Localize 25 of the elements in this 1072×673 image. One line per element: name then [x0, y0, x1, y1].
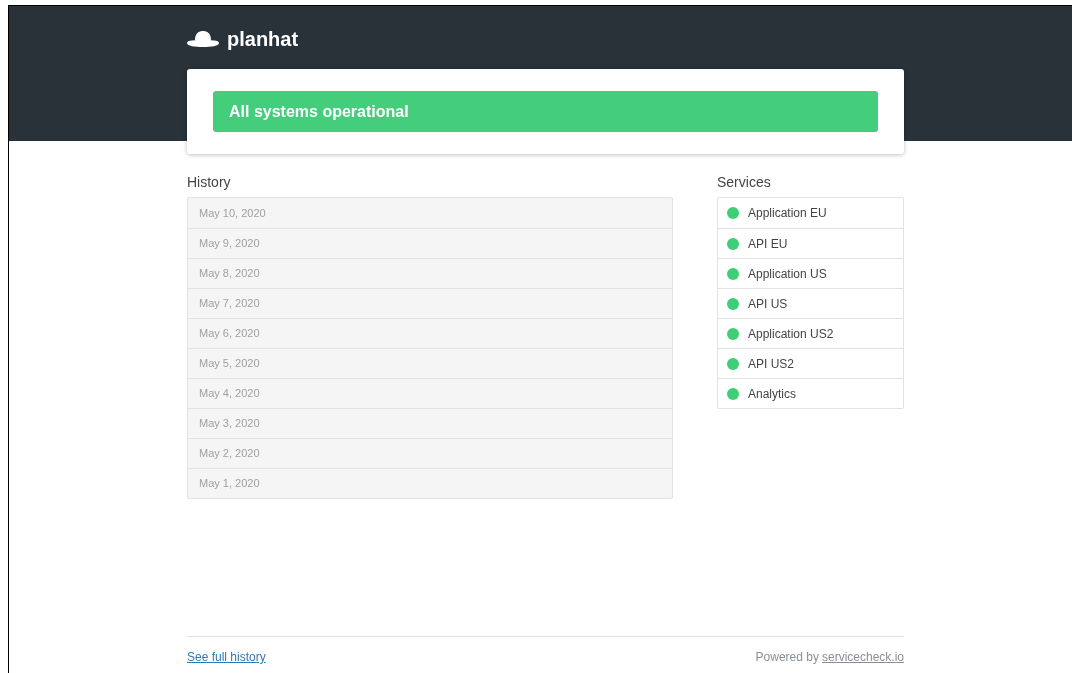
history-date: May 7, 2020: [188, 288, 672, 318]
see-full-history-link[interactable]: See full history: [187, 648, 266, 666]
service-name: Application US2: [748, 325, 834, 343]
service-name: API US: [748, 295, 788, 313]
history-date: May 2, 2020: [188, 438, 672, 468]
history-title: History: [187, 173, 232, 192]
history-date: May 1, 2020: [188, 468, 672, 498]
brand-name: planhat: [227, 26, 299, 52]
history-date: May 6, 2020: [188, 318, 672, 348]
service-name: Application US: [748, 265, 827, 283]
powered-by-text: Powered by: [755, 649, 819, 666]
servicecheck-link[interactable]: servicecheck.io: [821, 648, 904, 666]
status-banner: All systems operational: [213, 91, 878, 132]
service-name: API US2: [748, 355, 795, 373]
history-date: May 8, 2020: [188, 258, 672, 288]
history-date: May 9, 2020: [188, 228, 672, 258]
history-date: May 4, 2020: [188, 378, 672, 408]
service-name: Analytics: [748, 385, 797, 403]
history-date: May 3, 2020: [188, 408, 672, 438]
history-date: May 10, 2020: [198, 205, 267, 221]
history-date: May 5, 2020: [188, 348, 672, 378]
service-name: API EU: [748, 235, 788, 253]
services-title: Services: [717, 173, 772, 192]
hat-logo-icon: [187, 29, 219, 48]
service-name: Application EU: [748, 205, 827, 222]
